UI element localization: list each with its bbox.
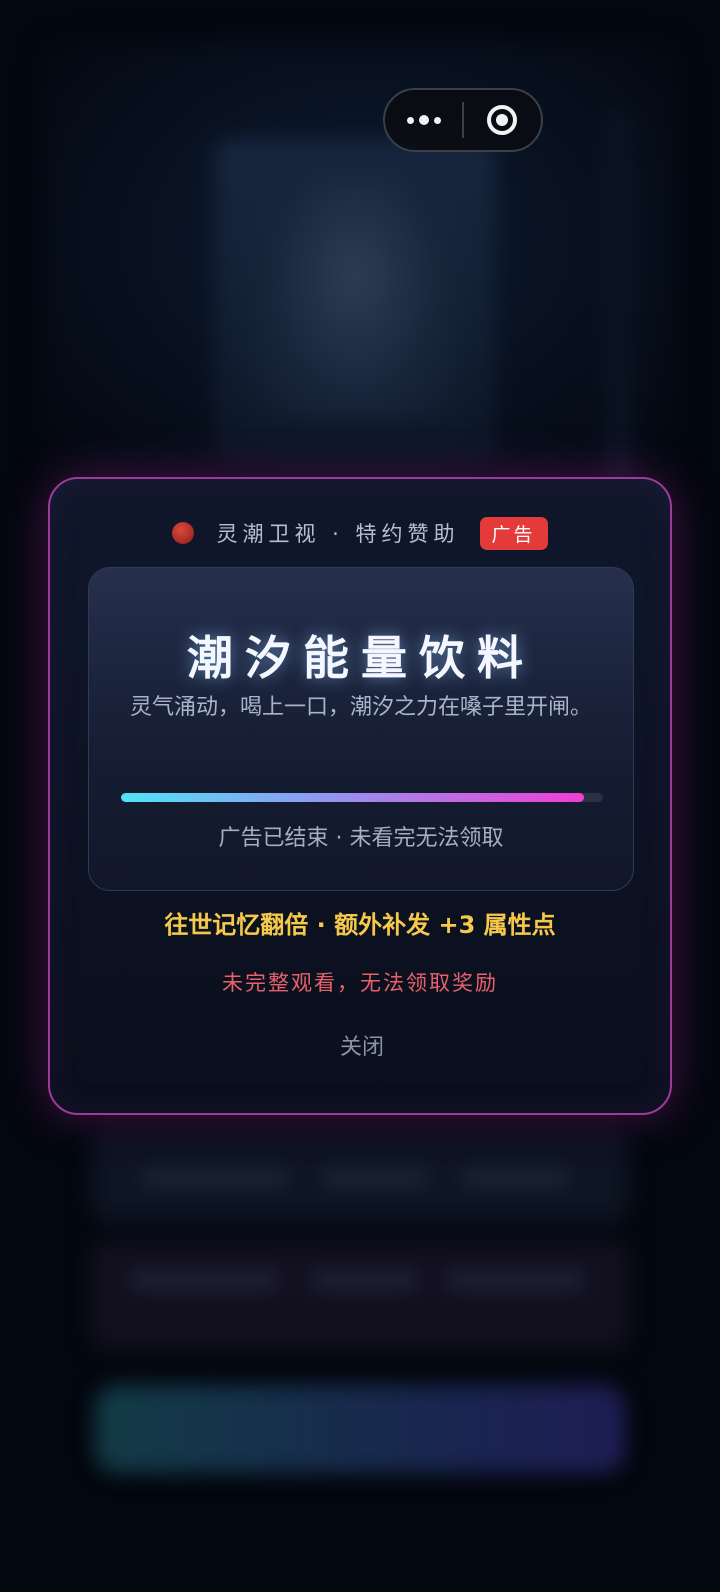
product-title: 潮汐能量饮料	[187, 631, 535, 685]
exit-button[interactable]	[464, 90, 541, 150]
target-close-icon	[487, 105, 518, 135]
sponsor-row: 灵潮卫视 · 特约赞助 广告	[50, 516, 670, 550]
background-card	[90, 1240, 630, 1350]
background-button	[95, 1385, 625, 1473]
background-text	[445, 1272, 585, 1288]
product-slogan: 灵气涌动，喝上一口，潮汐之力在嗓子里开闸。	[129, 695, 592, 720]
background-text	[140, 1170, 290, 1186]
more-dots-icon	[406, 115, 441, 125]
ad-reward-modal: 灵潮卫视 · 特约赞助 广告 潮汐能量饮料 灵气涌动，喝上一口，潮汐之力在嗓子里…	[48, 477, 672, 1115]
sponsor-text: 灵潮卫视 · 特约赞助	[216, 522, 460, 546]
background-side-bar	[605, 110, 633, 490]
ad-status-text: 广告已结束 · 未看完无法领取	[218, 826, 504, 851]
more-button[interactable]	[385, 90, 462, 150]
ad-badge: 广告	[479, 516, 548, 550]
background-figure	[255, 180, 455, 420]
error-message: 未完整观看，无法领取奖励	[222, 971, 498, 995]
red-dot-logo-icon	[172, 522, 195, 544]
ad-content-box: 潮汐能量饮料 灵气涌动，喝上一口，潮汐之力在嗓子里开闸。 广告已结束 · 未看完…	[88, 567, 634, 891]
close-button[interactable]: 关闭	[312, 1029, 412, 1061]
background-text	[320, 1170, 430, 1186]
reward-text: 往世记忆翻倍 · 额外补发 +3 属性点	[164, 911, 556, 939]
background-text	[460, 1170, 570, 1186]
background-text	[310, 1272, 420, 1288]
background-text	[130, 1272, 280, 1288]
ad-progress-fill	[121, 793, 584, 802]
ad-progress-bar	[121, 793, 603, 802]
capsule-menu	[383, 88, 543, 152]
